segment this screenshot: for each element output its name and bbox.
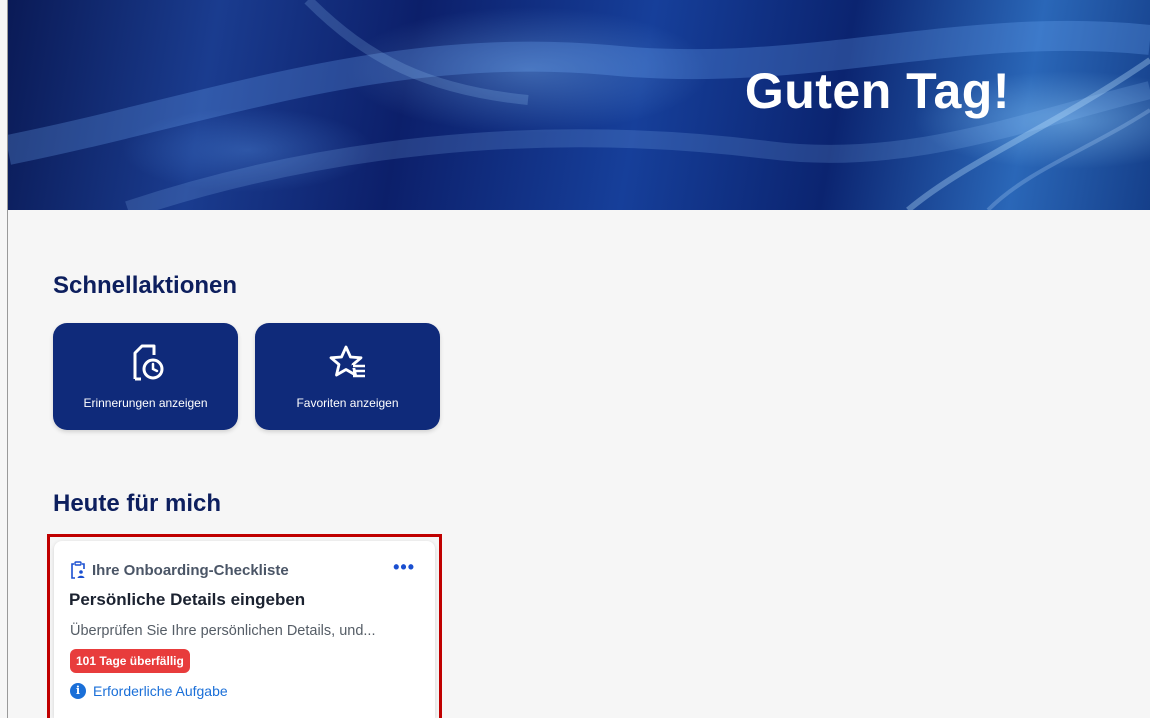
- clipboard-person-icon: [71, 561, 85, 579]
- card-title: Persönliche Details eingeben: [69, 590, 306, 609]
- info-icon: i: [70, 683, 86, 699]
- card-header: Ihre Onboarding-Checkliste: [70, 561, 289, 579]
- favorites-button[interactable]: Favoriten anzeigen: [255, 323, 440, 430]
- greeting-title: Guten Tag!: [744, 63, 1010, 119]
- required-task-link[interactable]: i Erforderliche Aufgabe: [70, 683, 228, 699]
- card-description: Überprüfen Sie Ihre persönlichen Details…: [70, 623, 376, 639]
- window-left-border: [7, 0, 8, 718]
- reminder-clock-icon: [133, 344, 163, 381]
- onboarding-task-card[interactable]: Ihre Onboarding-Checkliste ••• Persönlic…: [54, 541, 435, 718]
- required-task-label: Erforderliche Aufgabe: [93, 683, 228, 699]
- star-list-icon: [329, 345, 366, 378]
- reminders-button-label: Erinnerungen anzeigen: [83, 396, 208, 410]
- hero-banner: Guten Tag!: [8, 0, 1150, 210]
- more-options-button[interactable]: •••: [393, 557, 415, 578]
- favorites-button-label: Favoriten anzeigen: [296, 396, 399, 410]
- card-category: Ihre Onboarding-Checkliste: [92, 561, 289, 579]
- overdue-badge: 101 Tage überfällig: [70, 649, 190, 673]
- reminders-button[interactable]: Erinnerungen anzeigen: [53, 323, 238, 430]
- today-for-me-title: Heute für mich: [53, 490, 222, 517]
- quick-actions-title: Schnellaktionen: [53, 272, 238, 299]
